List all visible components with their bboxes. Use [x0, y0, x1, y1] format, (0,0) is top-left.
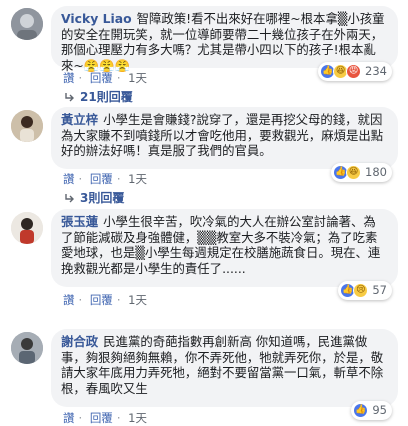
sad-reaction-icon: 😢 — [353, 283, 369, 298]
reaction-summary[interactable]: 👍 😢 57 — [338, 281, 392, 300]
view-replies-link[interactable]: 21則回覆 — [63, 88, 133, 105]
comment-bubble: 黃立梓 小學生是會賺錢?說穿了，還是再挖父母的錢，就因為大家賺不到噴錢所以才會吃他… — [51, 107, 398, 182]
comment-bubble: 張玉蓮 小學生很辛苦，吹冷氣的大人在辦公室討論著、為了節能減碳及身強體健，▒▒教室… — [51, 209, 398, 300]
commenter-name[interactable]: 張玉蓮 — [61, 214, 98, 229]
commenter-name[interactable]: 黃立梓 — [61, 112, 98, 127]
comment-actions: 讚 · 回覆 · 1天 — [63, 172, 147, 186]
comment-actions: 讚 · 回覆 · 1天 — [63, 411, 147, 425]
reply-link[interactable]: 回覆 — [90, 172, 113, 186]
comment-actions: 讚 · 回覆 · 1天 — [63, 293, 147, 307]
like-link[interactable]: 讚 — [63, 293, 75, 307]
reaction-count: 95 — [372, 402, 387, 417]
comment-time[interactable]: 1天 — [128, 172, 147, 186]
reply-link[interactable]: 回覆 — [90, 293, 113, 307]
reply-link[interactable]: 回覆 — [90, 71, 113, 85]
reaction-count: 57 — [372, 282, 387, 297]
comment-bubble: Vicky Liao 智障政策!看不出來好在哪裡~根本拿▒小孩童的安全在開玩笑，就… — [51, 6, 398, 81]
comment-text: 小學生是會賺錢?說穿了，還是再挖父母的錢，就因為大家賺不到噴錢所以才會吃他用，要… — [61, 112, 384, 159]
reaction-summary[interactable]: 👍 😆 180 — [331, 163, 392, 182]
like-link[interactable]: 讚 — [63, 71, 75, 85]
comment-time[interactable]: 1天 — [128, 71, 147, 85]
comment-bubble: 謝合政 民進黨的奇葩指數再創新高 你知道嗎，民進黨做事，夠狠夠絕夠無賴，你不弄死他… — [51, 329, 398, 420]
reaction-summary[interactable]: 👍 95 — [351, 401, 392, 420]
comment-time[interactable]: 1天 — [128, 293, 147, 307]
reply-arrow-icon — [65, 193, 74, 202]
like-link[interactable]: 讚 — [63, 411, 75, 425]
avatar[interactable] — [11, 8, 43, 40]
angry-reaction-icon: 😡 — [346, 64, 362, 79]
like-link[interactable]: 讚 — [63, 172, 75, 186]
reaction-summary[interactable]: 👍 😆 😡 234 — [318, 62, 392, 81]
reaction-count: 234 — [365, 63, 387, 78]
like-reaction-icon: 👍 — [353, 403, 369, 418]
avatar[interactable] — [11, 332, 43, 364]
view-replies-link[interactable]: 3則回覆 — [63, 189, 124, 206]
comment-text: 民進黨的奇葩指數再創新高 你知道嗎，民進黨做事，夠狠夠絕夠無賴，你不弄死他，牠就… — [61, 334, 384, 396]
replies-count: 3則回覆 — [80, 191, 125, 205]
replies-count: 21則回覆 — [80, 90, 133, 104]
avatar[interactable] — [11, 110, 43, 142]
avatar[interactable] — [11, 212, 43, 244]
commenter-name[interactable]: 謝合政 — [61, 334, 98, 349]
commenter-name[interactable]: Vicky Liao — [61, 11, 132, 26]
comment-text: 小學生很辛苦，吹冷氣的大人在辦公室討論著、為了節能減碳及身強體健，▒▒教室大多不… — [61, 214, 381, 276]
comment-actions: 讚 · 回覆 · 1天 — [63, 71, 147, 85]
haha-reaction-icon: 😆 — [346, 165, 362, 180]
reply-arrow-icon — [65, 92, 74, 101]
comment-time[interactable]: 1天 — [128, 411, 147, 425]
reply-link[interactable]: 回覆 — [90, 411, 113, 425]
reaction-count: 180 — [365, 164, 387, 179]
